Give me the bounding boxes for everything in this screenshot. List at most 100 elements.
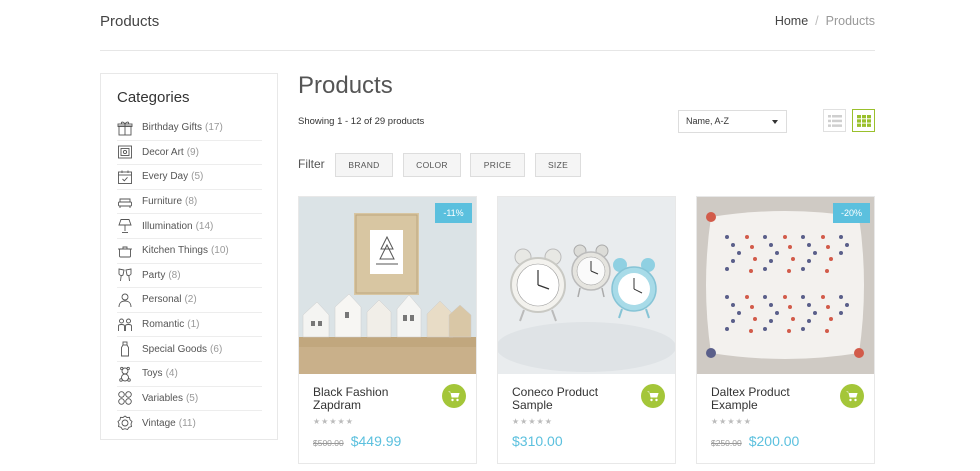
lamp-icon [117,218,133,234]
sort-selected-value: Name, A-Z [686,116,730,126]
person-icon [117,292,133,308]
sidebar-item-variables[interactable]: Variables (5) [117,387,262,412]
discount-badge: -20% [833,203,870,223]
old-price: $500.00 [313,438,344,448]
cart-icon [846,391,858,402]
product-image-decor-frame[interactable]: -11% [299,197,476,374]
bottle-icon [117,341,133,357]
sidebar-item-count: (11) [178,417,196,429]
filter-brand-button[interactable]: BRAND [335,153,393,177]
sidebar-item-personal[interactable]: Personal (2) [117,288,262,313]
teddy-icon [117,366,133,382]
list-view-icon [827,114,842,127]
sidebar-item-furniture[interactable]: Furniture (8) [117,190,262,215]
sidebar-item-label: Special Goods [142,343,208,355]
sidebar-item-decor-art[interactable]: Decor Art (9) [117,141,262,166]
sidebar-item-label: Toys [142,368,163,380]
categories-title: Categories [117,89,190,106]
cart-icon [448,391,460,402]
current-price: $449.99 [350,433,402,449]
gift-icon [117,120,133,136]
product-name-link[interactable]: Coneco Product Sample [512,386,630,412]
pot-icon [117,243,133,259]
grid-view-button[interactable] [852,109,875,132]
rating-stars: ★★★★★ [711,417,752,426]
cart-icon [647,391,659,402]
sidebar-item-label: Birthday Gifts [142,122,203,134]
sidebar-item-count: (9) [186,146,199,158]
sidebar-item-birthday-gifts[interactable]: Birthday Gifts (17) [117,116,262,141]
product-prices: $250.00 $200.00 [711,433,799,449]
sidebar-item-party[interactable]: Party (8) [117,264,262,289]
sidebar-item-label: Romantic [142,319,185,331]
sidebar-item-special-goods[interactable]: Special Goods (6) [117,337,262,362]
product-card[interactable]: Coneco Product Sample ★★★★★ $310.00 [497,196,676,464]
sidebar-item-count: (8) [168,269,181,281]
product-image-pillow[interactable]: -20% [697,197,874,374]
sidebar-item-count: (4) [165,368,178,380]
filter-color-button[interactable]: COLOR [403,153,461,177]
sidebar-item-count: (2) [184,294,197,306]
sidebar-item-count: (6) [210,343,223,355]
sidebar-item-count: (10) [210,245,229,257]
header-divider [100,50,875,51]
glasses-icon [117,267,133,283]
calendar-icon [117,169,133,185]
category-list: Birthday Gifts (17) Decor Art (9) Every … [117,116,262,436]
product-card[interactable]: -20% Daltex Product Example ★★★★★ $250.0… [696,196,875,464]
sidebar-item-label: Illumination [142,220,193,232]
sidebar-item-label: Every Day [142,171,189,183]
list-view-button[interactable] [823,109,846,132]
sidebar-item-label: Kitchen Things [142,245,208,257]
sidebar-item-count: (8) [185,196,198,208]
results-count: Showing 1 - 12 of 29 products [298,116,425,127]
sidebar-item-romantic[interactable]: Romantic (1) [117,313,262,338]
grid-dots-icon [117,390,133,406]
sidebar-item-vintage[interactable]: Vintage (11) [117,411,262,436]
categories-sidebar: Categories Birthday Gifts (17) Decor Art… [100,73,278,440]
add-to-cart-button[interactable] [442,384,466,408]
rating-stars: ★★★★★ [313,417,354,426]
sofa-icon [117,194,133,210]
product-prices: $310.00 [512,433,563,449]
sidebar-item-label: Vintage [142,417,176,429]
product-card[interactable]: -11% Black Fashion Zapdram ★★★★★ $500.00… [298,196,477,464]
sidebar-item-label: Decor Art [142,146,184,158]
sidebar-item-every-day[interactable]: Every Day (5) [117,165,262,190]
sidebar-item-illumination[interactable]: Illumination (14) [117,214,262,239]
page-title: Products [298,72,393,99]
filter-size-button[interactable]: SIZE [535,153,581,177]
breadcrumb-home-link[interactable]: Home [775,14,808,28]
caret-down-icon [772,120,778,124]
sidebar-item-count: (17) [205,122,223,134]
current-price: $200.00 [748,433,800,449]
product-prices: $500.00 $449.99 [313,433,401,449]
couple-icon [117,317,133,333]
sidebar-item-label: Variables [142,392,183,404]
discount-badge: -11% [435,203,472,223]
filter-label: Filter [298,157,325,171]
sidebar-item-count: (1) [187,319,200,331]
product-name-link[interactable]: Daltex Product Example [711,386,829,412]
sidebar-item-label: Furniture [142,196,183,208]
sidebar-item-toys[interactable]: Toys (4) [117,362,262,387]
sidebar-item-label: Party [142,269,166,281]
frame-icon [117,144,133,160]
product-name-link[interactable]: Black Fashion Zapdram [313,386,431,412]
add-to-cart-button[interactable] [641,384,665,408]
sidebar-item-count: (14) [195,220,214,232]
current-price: $310.00 [512,433,563,449]
filter-price-button[interactable]: PRICE [470,153,525,177]
breadcrumb-current: Products [825,14,875,28]
sidebar-item-count: (5) [185,392,199,404]
page-header-title: Products [100,13,160,30]
sidebar-item-label: Personal [142,294,182,306]
old-price: $250.00 [711,438,742,448]
product-image-alarm-clocks[interactable] [498,197,675,374]
add-to-cart-button[interactable] [840,384,864,408]
sidebar-item-kitchen-things[interactable]: Kitchen Things (10) [117,239,262,264]
rating-stars: ★★★★★ [512,417,553,426]
sort-select[interactable]: Name, A-Z [678,110,787,133]
breadcrumb-separator: / [815,14,819,28]
breadcrumb: Home / Products [775,14,875,28]
